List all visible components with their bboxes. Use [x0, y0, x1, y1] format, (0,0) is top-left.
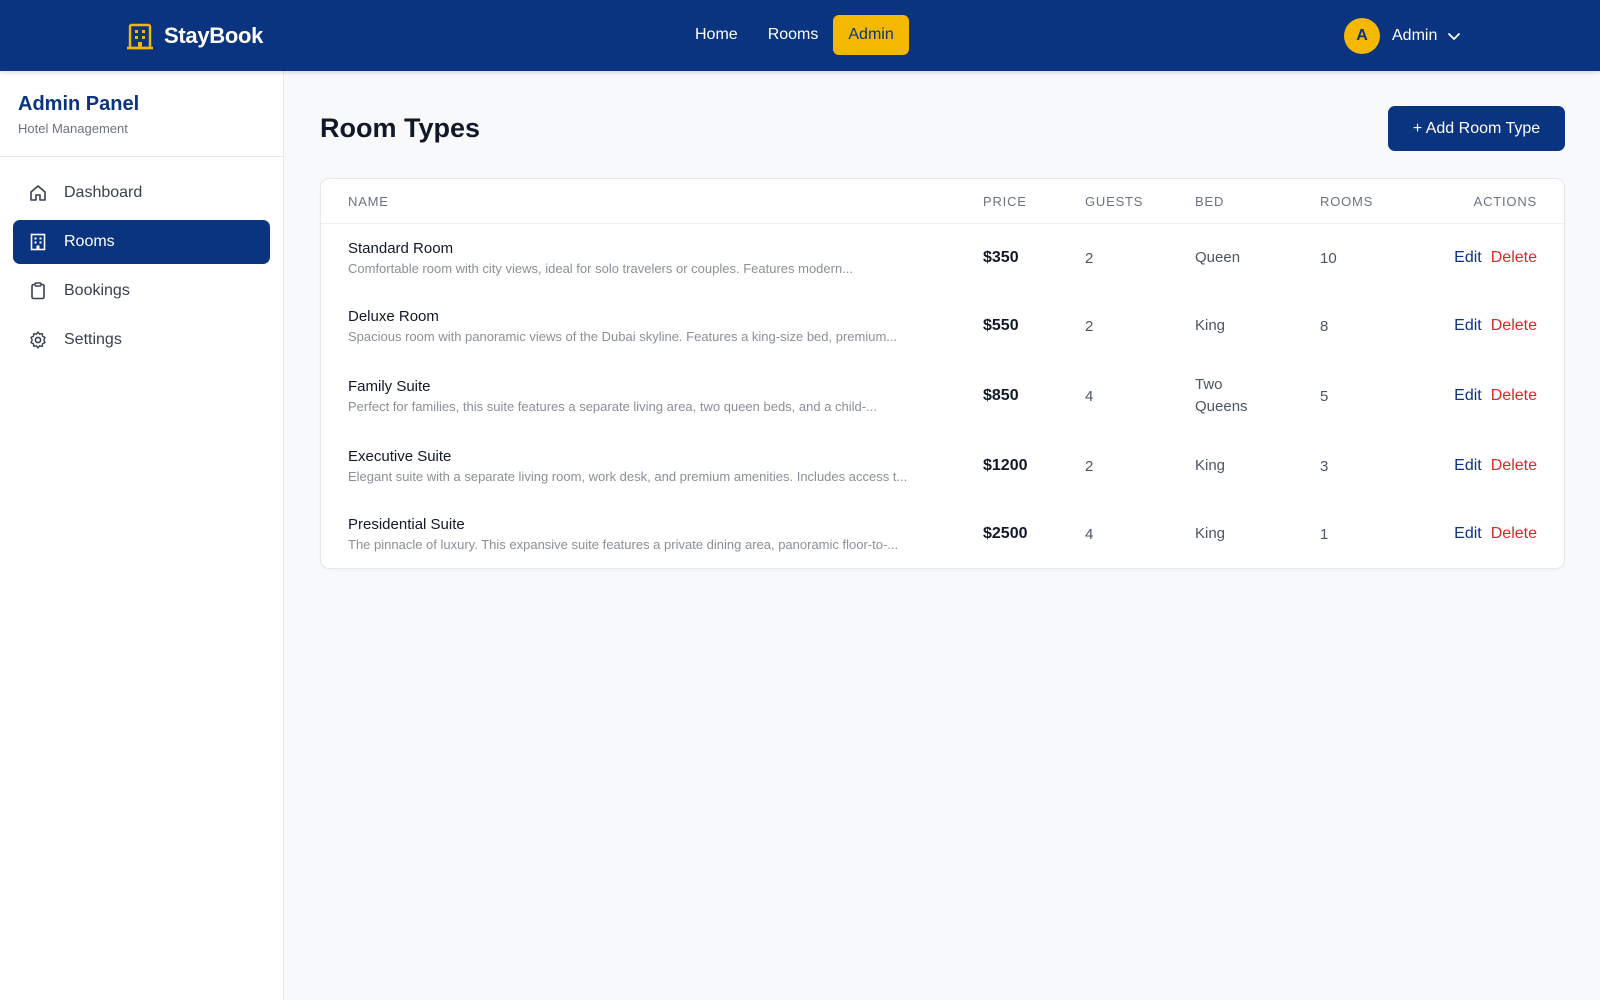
- room-name-cell: Deluxe Room Spacious room with panoramic…: [321, 308, 983, 344]
- room-count: 10: [1320, 249, 1337, 267]
- room-description: Spacious room with panoramic views of th…: [348, 329, 898, 344]
- delete-button[interactable]: Delete: [1491, 317, 1537, 335]
- room-bed-label: King: [1195, 525, 1226, 542]
- chevron-down-icon: [1448, 33, 1461, 40]
- building-icon: [127, 23, 153, 50]
- column-header-rooms: Rooms: [1320, 193, 1374, 209]
- room-name: Executive Suite: [348, 448, 452, 465]
- room-guests: 2: [1085, 249, 1094, 267]
- row-actions: Edit Delete: [1427, 249, 1564, 267]
- edit-button[interactable]: Edit: [1454, 249, 1482, 267]
- room-bed: Two Queens: [1195, 374, 1320, 418]
- room-types-table: Name Price Guests Bed Rooms Actions Stan…: [320, 178, 1565, 569]
- room-price: $350: [983, 249, 1019, 266]
- user-menu[interactable]: A Admin: [1344, 18, 1461, 54]
- column-header-guests: Guests: [1085, 193, 1144, 209]
- table-row: Presidential Suite The pinnacle of luxur…: [321, 500, 1564, 568]
- sidebar-header: Admin Panel Hotel Management: [0, 71, 283, 157]
- room-count: 3: [1320, 457, 1329, 475]
- room-guests: 2: [1085, 317, 1094, 335]
- room-name: Family Suite: [348, 378, 431, 395]
- sidebar-item-bookings[interactable]: Bookings: [13, 269, 270, 313]
- sidebar-item-label: Settings: [64, 331, 122, 348]
- user-name: Admin: [1392, 27, 1438, 44]
- room-guests: 4: [1085, 387, 1094, 405]
- sidebar-item-settings[interactable]: Settings: [13, 318, 270, 362]
- room-bed: King: [1195, 523, 1320, 545]
- top-navbar: StayBook Home Rooms Admin A Admin: [0, 0, 1600, 71]
- edit-button[interactable]: Edit: [1454, 387, 1482, 405]
- brand-name: StayBook: [164, 23, 264, 48]
- row-actions: Edit Delete: [1427, 525, 1564, 543]
- room-name-cell: Family Suite Perfect for families, this …: [321, 378, 983, 414]
- sidebar-subtitle: Hotel Management: [18, 121, 128, 136]
- sidebar-item-label: Bookings: [64, 282, 130, 299]
- room-price: $550: [983, 317, 1019, 334]
- room-bed-label: Two Queens: [1195, 376, 1248, 415]
- nav-link-home[interactable]: Home: [680, 15, 753, 55]
- add-room-type-button[interactable]: + Add Room Type: [1388, 106, 1565, 151]
- gear-icon: [30, 331, 46, 349]
- table-row: Executive Suite Elegant suite with a sep…: [321, 432, 1564, 500]
- room-bed-label: King: [1195, 317, 1226, 334]
- row-actions: Edit Delete: [1427, 457, 1564, 475]
- table-row: Family Suite Perfect for families, this …: [321, 360, 1564, 432]
- column-header-price: Price: [983, 193, 1027, 209]
- room-bed: King: [1195, 315, 1320, 337]
- delete-button[interactable]: Delete: [1491, 457, 1537, 475]
- room-bed-label: Queen: [1195, 249, 1241, 266]
- room-count: 8: [1320, 317, 1329, 335]
- room-count: 1: [1320, 525, 1329, 543]
- main-nav: Home Rooms Admin: [680, 15, 909, 55]
- sidebar: Admin Panel Hotel Management Dashboard R…: [0, 71, 284, 1000]
- edit-button[interactable]: Edit: [1454, 525, 1482, 543]
- room-description: Perfect for families, this suite feature…: [348, 399, 877, 414]
- delete-button[interactable]: Delete: [1491, 387, 1537, 405]
- delete-button[interactable]: Delete: [1491, 525, 1537, 543]
- sidebar-item-label: Dashboard: [64, 184, 143, 201]
- sidebar-item-dashboard[interactable]: Dashboard: [13, 171, 270, 215]
- sidebar-item-rooms[interactable]: Rooms: [13, 220, 270, 264]
- room-bed: Queen: [1195, 247, 1320, 269]
- sidebar-nav: Dashboard Rooms Bookings Settings: [0, 157, 283, 381]
- column-header-name: Name: [348, 193, 389, 209]
- building-icon: [30, 233, 46, 251]
- page-title: Room Types: [320, 113, 481, 143]
- room-name: Deluxe Room: [348, 308, 439, 325]
- nav-link-rooms[interactable]: Rooms: [753, 15, 834, 55]
- row-actions: Edit Delete: [1427, 317, 1564, 335]
- room-bed-label: King: [1195, 457, 1226, 474]
- nav-link-admin[interactable]: Admin: [833, 15, 909, 55]
- brand-logo[interactable]: StayBook: [127, 20, 263, 52]
- avatar: A: [1344, 18, 1380, 54]
- room-price: $2500: [983, 525, 1028, 542]
- room-name-cell: Presidential Suite The pinnacle of luxur…: [321, 516, 983, 552]
- sidebar-item-label: Rooms: [64, 233, 115, 250]
- room-guests: 2: [1085, 457, 1094, 475]
- room-count: 5: [1320, 387, 1329, 405]
- room-name: Presidential Suite: [348, 516, 465, 533]
- edit-button[interactable]: Edit: [1454, 457, 1482, 475]
- room-description: Elegant suite with a separate living roo…: [348, 469, 908, 484]
- delete-button[interactable]: Delete: [1491, 249, 1537, 267]
- room-name: Standard Room: [348, 240, 454, 257]
- room-description: The pinnacle of luxury. This expansive s…: [348, 537, 899, 552]
- edit-button[interactable]: Edit: [1454, 317, 1482, 335]
- room-guests: 4: [1085, 525, 1094, 543]
- sidebar-title: Admin Panel: [18, 93, 140, 115]
- column-header-bed: Bed: [1195, 193, 1225, 209]
- table-row: Deluxe Room Spacious room with panoramic…: [321, 292, 1564, 360]
- room-price: $850: [983, 387, 1019, 404]
- table-header: Name Price Guests Bed Rooms Actions: [321, 179, 1564, 224]
- home-icon: [30, 185, 46, 201]
- room-name-cell: Standard Room Comfortable room with city…: [321, 240, 983, 276]
- room-bed: King: [1195, 455, 1320, 477]
- table-row: Standard Room Comfortable room with city…: [321, 224, 1564, 292]
- row-actions: Edit Delete: [1427, 387, 1564, 405]
- room-name-cell: Executive Suite Elegant suite with a sep…: [321, 448, 983, 484]
- room-description: Comfortable room with city views, ideal …: [348, 261, 854, 276]
- clipboard-icon: [31, 282, 45, 300]
- column-header-actions: Actions: [1473, 193, 1537, 209]
- room-price: $1200: [983, 457, 1028, 474]
